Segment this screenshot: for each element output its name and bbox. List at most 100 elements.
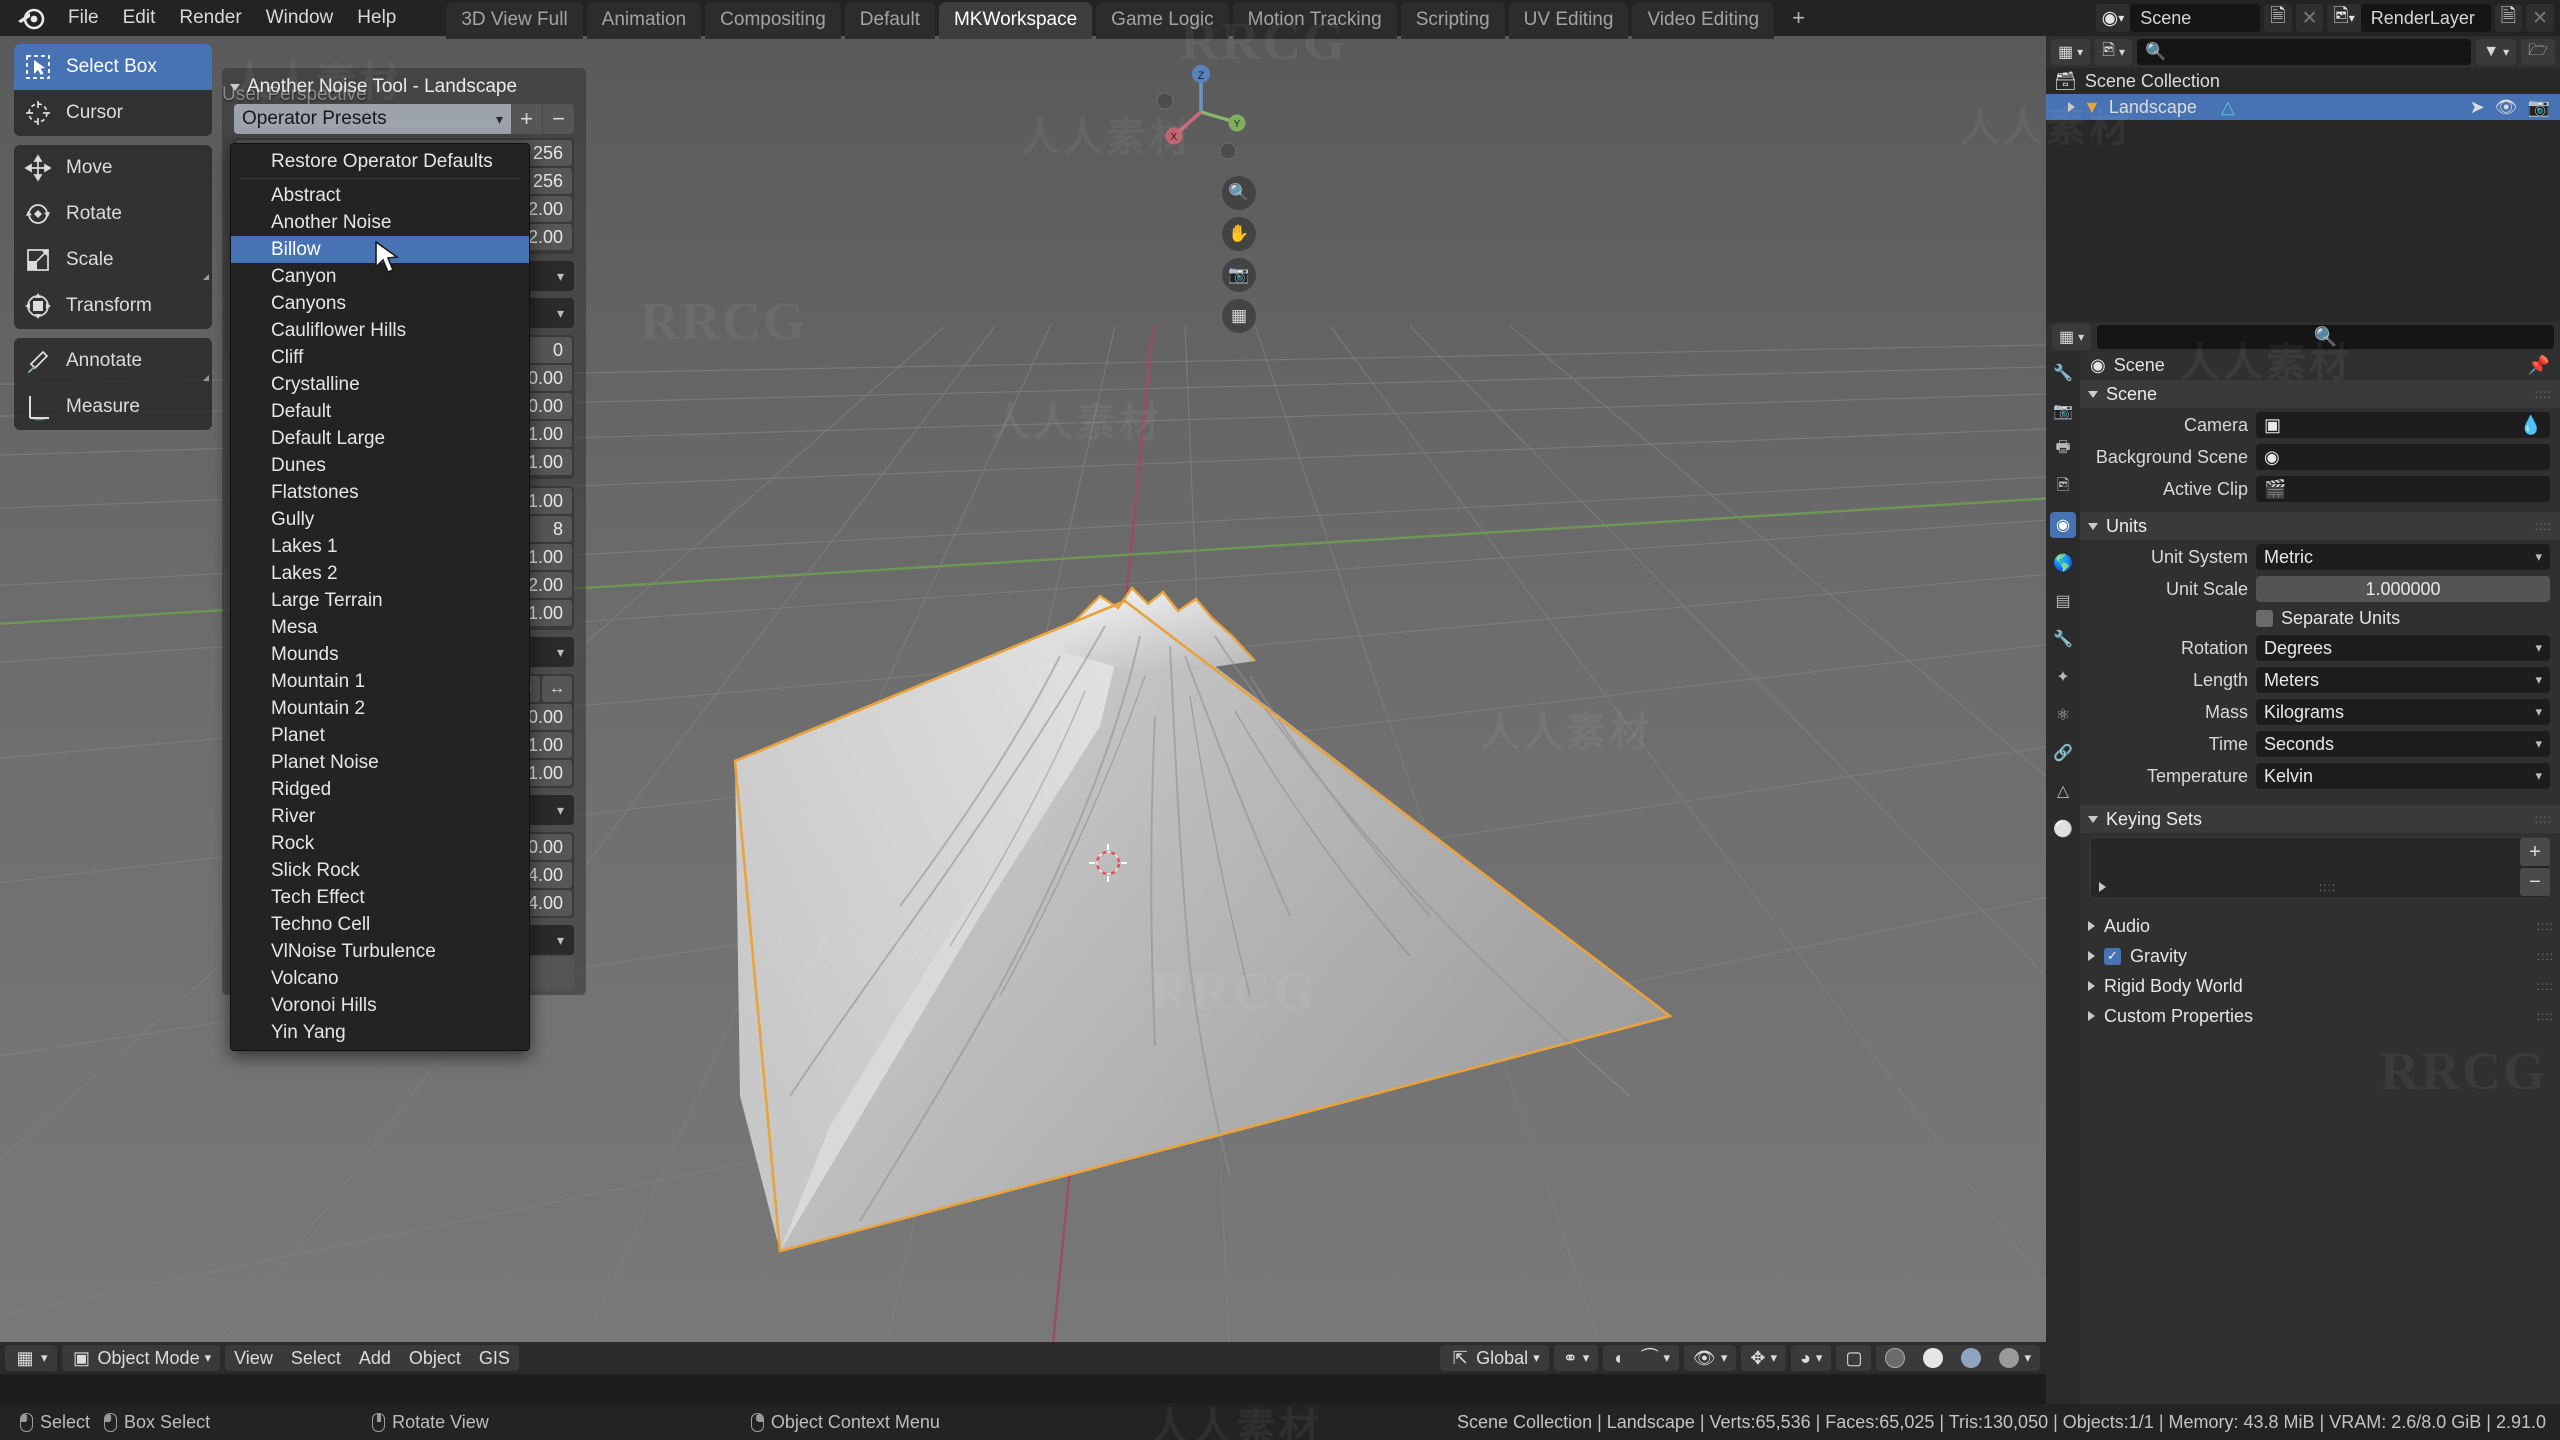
- gravity-section-header[interactable]: ✓ Gravity ::::: [2080, 941, 2560, 971]
- view-layer-name-field[interactable]: RenderLayer: [2360, 4, 2491, 32]
- height-toggle-icon[interactable]: ↔: [542, 676, 572, 702]
- workspace-tab-game-logic[interactable]: Game Logic: [1096, 2, 1229, 39]
- mass-dropdown[interactable]: Kilograms ▾: [2256, 699, 2550, 725]
- menu-item-default[interactable]: Default: [231, 398, 529, 425]
- keying-sets-buttons[interactable]: + −: [2520, 838, 2550, 898]
- menu-item-crystalline[interactable]: Crystalline: [231, 371, 529, 398]
- magnet-icon[interactable]: ⚭ ▾: [1554, 1345, 1599, 1371]
- keying-sets-list-row[interactable]: ::::: [2091, 876, 2549, 898]
- proportional-edit-icon[interactable]: ◖: [1603, 1345, 1632, 1371]
- transform-orientation-selector[interactable]: ⇱ Global ▾: [1440, 1345, 1549, 1371]
- menu-item-abstract[interactable]: Abstract: [231, 182, 529, 209]
- menu-window[interactable]: Window: [254, 4, 346, 32]
- tool-rotate[interactable]: Rotate: [14, 191, 212, 237]
- units-section-header[interactable]: Units ::::: [2080, 512, 2560, 540]
- overlays-icon[interactable]: ◕ ▾: [1791, 1345, 1831, 1371]
- tool-move[interactable]: Move: [14, 145, 212, 191]
- close-icon[interactable]: ✕: [2526, 4, 2554, 32]
- ortho-persp-icon[interactable]: ▦: [1222, 299, 1256, 333]
- workspace-tab-animation[interactable]: Animation: [586, 2, 702, 39]
- add-workspace-button[interactable]: +: [1778, 3, 1819, 37]
- operator-presets-row[interactable]: Operator Presets ▾ + −: [234, 104, 574, 134]
- render-tab-icon[interactable]: 📷: [2050, 398, 2076, 424]
- keying-sets-list[interactable]: :::: + −: [2090, 837, 2550, 899]
- workspace-tab-video-editing[interactable]: Video Editing: [1632, 2, 1775, 39]
- shading-wireframe[interactable]: [1876, 1345, 1914, 1371]
- eyedropper-icon[interactable]: 💧: [2520, 415, 2542, 436]
- menu-item-cauliflower-hills[interactable]: Cauliflower Hills: [231, 317, 529, 344]
- chevron-right-icon[interactable]: [2099, 882, 2106, 892]
- audio-section-header[interactable]: Audio ::::: [2080, 911, 2560, 941]
- grip-dots-icon[interactable]: ::::: [2535, 387, 2552, 401]
- blender-logo-icon[interactable]: [14, 1, 48, 35]
- outliner-row-landscape[interactable]: ▼ Landscape △ ➤ 👁 📷: [2046, 94, 2560, 120]
- pin-icon[interactable]: 📌: [2528, 355, 2550, 376]
- outliner-editor[interactable]: ▦ ▾ 🖻 ▾ 🔍 ▼ ▾ 🗁 🗃 Scene Collection ▼ Landsc…: [2046, 36, 2560, 322]
- data-tab-icon[interactable]: △: [2050, 778, 2076, 804]
- menu-item-dunes[interactable]: Dunes: [231, 452, 529, 479]
- menu-item-another-noise[interactable]: Another Noise: [231, 209, 529, 236]
- menu-item-tech-effect[interactable]: Tech Effect: [231, 884, 529, 911]
- operator-presets-dropdown[interactable]: Operator Presets ▾: [234, 104, 511, 134]
- hide-eye-icon[interactable]: 👁: [2495, 97, 2518, 118]
- workspace-tab-compositing[interactable]: Compositing: [705, 2, 841, 39]
- viewport-footer[interactable]: ▦ ▾ ▣ Object Mode ▾ View Select Add Objec…: [0, 1342, 2046, 1374]
- disable-render-icon[interactable]: 📷: [2528, 97, 2550, 118]
- menu-item-restore-operator-defaults[interactable]: Restore Operator Defaults: [231, 148, 529, 175]
- operator-panel-header[interactable]: Another Noise Tool - Landscape: [222, 72, 586, 102]
- tool-measure[interactable]: Measure: [14, 384, 212, 430]
- grip-dots-icon[interactable]: ::::: [2319, 880, 2336, 894]
- material-tab-icon[interactable]: ⚪: [2050, 816, 2076, 842]
- menu-item-rock[interactable]: Rock: [231, 830, 529, 857]
- constraints-tab-icon[interactable]: 🔗: [2050, 740, 2076, 766]
- tool-cursor[interactable]: Cursor: [14, 90, 212, 136]
- editor-type-icon[interactable]: ▦ ▾: [2052, 324, 2092, 350]
- output-tab-icon[interactable]: 🖶: [2050, 436, 2076, 462]
- menu-item-canyons[interactable]: Canyons: [231, 290, 529, 317]
- object-tab-icon[interactable]: ▤: [2050, 588, 2076, 614]
- menu-item-techno-cell[interactable]: Techno Cell: [231, 911, 529, 938]
- shading-solid[interactable]: [1914, 1345, 1952, 1371]
- world-tab-icon[interactable]: 🌎: [2050, 550, 2076, 576]
- workspace-tab-motion-tracking[interactable]: Motion Tracking: [1232, 2, 1397, 39]
- length-dropdown[interactable]: Meters ▾: [2256, 667, 2550, 693]
- keying-sets-header[interactable]: Keying Sets ::::: [2080, 805, 2560, 833]
- menu-item-planet[interactable]: Planet: [231, 722, 529, 749]
- shading-rendered[interactable]: ▾: [1990, 1345, 2040, 1371]
- properties-tab-strip[interactable]: 🔧 📷 🖶 🖻 ◉ 🌎 ▤ 🔧 ✦ ⚛ 🔗 △ ⚪: [2046, 352, 2080, 1404]
- grip-dots-icon[interactable]: ::::: [2535, 812, 2552, 826]
- workspace-tab-mkworkspace[interactable]: MKWorkspace: [938, 2, 1093, 39]
- zoom-icon[interactable]: 🔍: [1222, 176, 1256, 210]
- menu-item-vlnoise-turbulence[interactable]: VlNoise Turbulence: [231, 938, 529, 965]
- gizmo-controls[interactable]: ✥ ▾: [1741, 1345, 1787, 1371]
- properties-content[interactable]: ◉ Scene 📌 Scene :::: Camera ▣ 💧 Backgrou…: [2080, 352, 2560, 1404]
- visibility-controls[interactable]: 👁 ▾: [1684, 1345, 1737, 1371]
- duplicate-icon[interactable]: 🗎: [2494, 4, 2523, 32]
- editor-type-icon[interactable]: ▦ ▾: [5, 1345, 57, 1371]
- background-scene-field[interactable]: ◉: [2256, 444, 2550, 470]
- top-bar[interactable]: File Edit Render Window Help 3D View Ful…: [0, 0, 2560, 39]
- status-bar[interactable]: Select Box Select Rotate View Object Con…: [0, 1404, 2560, 1440]
- operator-presets-menu[interactable]: Restore Operator Defaults Abstract Anoth…: [230, 143, 530, 1051]
- particles-tab-icon[interactable]: ✦: [2050, 664, 2076, 690]
- remove-keying-set-button[interactable]: −: [2520, 868, 2550, 896]
- overlay-controls[interactable]: ◕ ▾: [1791, 1345, 1832, 1371]
- unit-system-dropdown[interactable]: Metric ▾: [2256, 544, 2550, 570]
- menu-edit[interactable]: Edit: [111, 4, 168, 32]
- workspace-tabs[interactable]: 3D View Full Animation Compositing Defau…: [446, 0, 1819, 39]
- close-icon[interactable]: ✕: [2295, 4, 2324, 32]
- visibility-icon[interactable]: 👁 ▾: [1684, 1345, 1736, 1371]
- viewport-footer-right[interactable]: ⇱ Global ▾ ⚭ ▾ ◖ ⏜ ▾ 👁 ▾ ✥ ▾ ◕ ▾ ▢ ▾: [1435, 1345, 2046, 1371]
- menu-item-lakes-1[interactable]: Lakes 1: [231, 533, 529, 560]
- scene-name-field[interactable]: Scene: [2130, 4, 2261, 32]
- menu-item-gully[interactable]: Gully: [231, 506, 529, 533]
- properties-editor[interactable]: ▦ ▾ 🔍 🔧 📷 🖶 🖻 ◉ 🌎 ▤ 🔧 ✦ ⚛ 🔗 △ ⚪ ◉ Scene 📌: [2046, 322, 2560, 1404]
- menu-render[interactable]: Render: [167, 4, 253, 32]
- menu-item-flatstones[interactable]: Flatstones: [231, 479, 529, 506]
- custom-properties-section-header[interactable]: Custom Properties ::::: [2080, 1001, 2560, 1031]
- active-clip-field[interactable]: 🎬: [2256, 476, 2550, 502]
- view-layer-icon[interactable]: 🖻 ▾: [2327, 4, 2361, 32]
- new-collection-icon[interactable]: 🗁: [2521, 39, 2555, 65]
- tool-tab-icon[interactable]: 🔧: [2050, 360, 2076, 386]
- scene-section-header[interactable]: Scene ::::: [2080, 380, 2560, 408]
